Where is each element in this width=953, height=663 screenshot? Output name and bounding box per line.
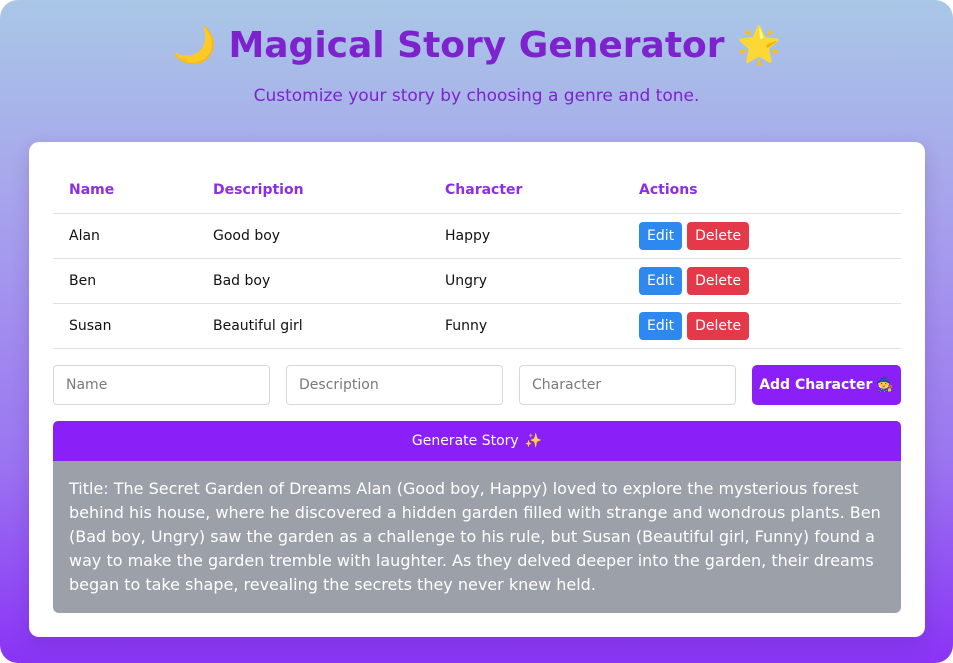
cell-name: Ben (53, 258, 197, 304)
cell-name: Alan (53, 213, 197, 259)
column-header-actions: Actions (623, 167, 901, 214)
moon-icon: 🌙 (171, 25, 217, 66)
cell-description: Beautiful girl (197, 303, 429, 349)
page-subtitle: Customize your story by choosing a genre… (253, 86, 700, 106)
table-row: Susan Beautiful girl Funny Edit Delete (53, 303, 901, 349)
star-icon: 🌟 (736, 25, 782, 66)
delete-button[interactable]: Delete (687, 221, 750, 250)
column-header-name: Name (53, 167, 197, 214)
cell-name: Susan (53, 303, 197, 349)
name-input[interactable] (53, 365, 270, 405)
description-input[interactable] (286, 365, 503, 405)
edit-button[interactable]: Edit (639, 221, 683, 250)
characters-table: Name Description Character Actions Alan … (53, 167, 901, 349)
edit-button[interactable]: Edit (639, 311, 683, 340)
generate-story-button[interactable]: Generate Story ✨ (53, 421, 901, 461)
table-row: Alan Good boy Happy Edit Delete (53, 213, 901, 259)
cell-character: Happy (429, 213, 623, 259)
table-header-row: Name Description Character Actions (53, 167, 901, 214)
column-header-character: Character (429, 167, 623, 214)
delete-button[interactable]: Delete (687, 266, 750, 295)
generate-story-label: Generate Story (411, 433, 519, 449)
page-background: 🌙 Magical Story Generator 🌟 Customize yo… (0, 0, 953, 663)
cell-character: Funny (429, 303, 623, 349)
page-title: 🌙 Magical Story Generator 🌟 (0, 24, 953, 68)
delete-button[interactable]: Delete (687, 311, 750, 340)
table-row: Ben Bad boy Ungry Edit Delete (53, 258, 901, 304)
story-output: Title: The Secret Garden of Dreams Alan … (53, 461, 901, 613)
cell-actions: Edit Delete (623, 258, 901, 304)
story-card: Name Description Character Actions Alan … (29, 142, 925, 637)
cell-character: Ungry (429, 258, 623, 304)
wizard-icon: 🧙 (876, 377, 894, 393)
add-character-button[interactable]: Add Character 🧙 (752, 365, 901, 405)
cell-actions: Edit Delete (623, 303, 901, 349)
edit-button[interactable]: Edit (639, 266, 683, 295)
cell-description: Good boy (197, 213, 429, 259)
add-character-label: Add Character (759, 377, 873, 393)
page-title-text: Magical Story Generator (228, 25, 725, 66)
cell-description: Bad boy (197, 258, 429, 304)
character-input[interactable] (519, 365, 736, 405)
column-header-description: Description (197, 167, 429, 214)
cell-actions: Edit Delete (623, 213, 901, 259)
sparkles-icon: ✨ (524, 433, 543, 449)
